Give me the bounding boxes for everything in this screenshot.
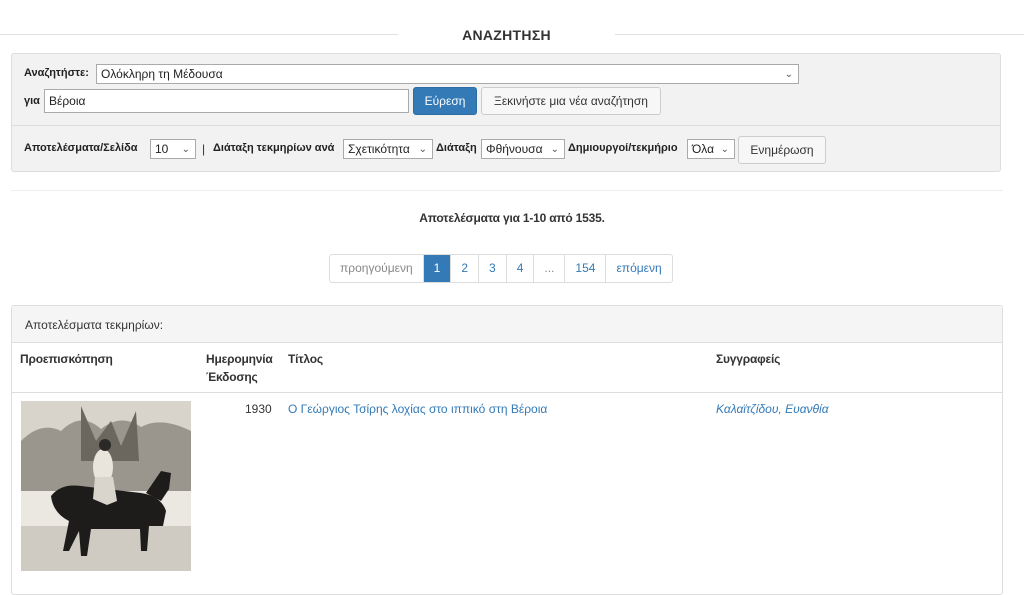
column-header-date-line2: Έκδοσης <box>206 370 258 384</box>
results-summary: Αποτελέσματα για 1-10 από 1535. <box>419 211 605 225</box>
page-title: ΑΝΑΖΗΤΗΣΗ <box>462 27 551 43</box>
authors-per-item-select-value: Όλα <box>692 142 715 156</box>
rpp-select[interactable]: 10 ⌄ <box>150 139 196 159</box>
scope-label: Αναζητήστε: <box>24 67 89 79</box>
chevron-down-icon: ⌄ <box>181 144 190 155</box>
pagination-page[interactable]: 2 <box>450 255 478 282</box>
chevron-down-icon: ⌄ <box>784 69 793 80</box>
find-button[interactable]: Εύρεση <box>413 87 477 115</box>
update-button[interactable]: Ενημέρωση <box>738 136 826 164</box>
column-header-title: Τίτλος <box>288 352 323 366</box>
rpp-select-value: 10 <box>155 142 169 156</box>
title-divider-left <box>0 34 398 35</box>
chevron-down-icon: ⌄ <box>550 144 559 155</box>
pagination-next[interactable]: επόμενη <box>605 255 671 282</box>
sort-by-select[interactable]: Σχετικότητα ⌄ <box>343 139 433 159</box>
section-divider <box>11 190 1003 191</box>
authors-per-item-select[interactable]: Όλα ⌄ <box>687 139 735 159</box>
scope-select-value: Ολόκληρη τη Μέδουσα <box>101 67 223 81</box>
item-title-link[interactable]: Ο Γεώργιος Τσίρης λοχίας στο ιππικό στη … <box>288 402 547 416</box>
item-results-heading: Αποτελέσματα τεκμηρίων: <box>12 306 1002 343</box>
pagination-page[interactable]: 1 <box>422 255 451 282</box>
item-year: 1930 <box>245 402 272 416</box>
sort-by-label: Διάταξη τεκμηρίων ανά <box>213 142 335 154</box>
pagination-page[interactable]: 154 <box>564 255 605 282</box>
query-label: για <box>24 95 40 107</box>
rpp-label: Αποτελέσματα/Σελίδα <box>24 142 138 154</box>
column-header-preview: Προεπισκόπηση <box>20 352 113 366</box>
new-search-button[interactable]: Ξεκινήστε μια νέα αναζήτηση <box>481 87 661 115</box>
page-title-row: ΑΝΑΖΗΤΗΣΗ <box>0 18 1024 52</box>
order-select-value: Φθήνουσα <box>486 142 543 156</box>
sort-by-select-value: Σχετικότητα <box>348 142 410 156</box>
authors-per-item-label: Δημιουργοί/τεκμήριο <box>568 142 678 154</box>
pagination-page[interactable]: 3 <box>478 255 506 282</box>
table-header-divider <box>12 392 1002 393</box>
search-input[interactable]: Βέροια <box>44 89 409 113</box>
item-results-panel: Αποτελέσματα τεκμηρίων: Προεπισκόπηση Ημ… <box>11 305 1003 595</box>
options-separator: | <box>202 142 206 156</box>
order-label: Διάταξη <box>436 142 477 154</box>
column-header-authors: Συγγραφείς <box>716 352 781 366</box>
search-panel-divider <box>12 125 1000 126</box>
photo-thumbnail-image <box>21 401 191 571</box>
scope-select[interactable]: Ολόκληρη τη Μέδουσα ⌄ <box>96 64 799 84</box>
search-panel: Αναζητήστε: Ολόκληρη τη Μέδουσα ⌄ για Βέ… <box>11 53 1001 172</box>
item-results-heading-text: Αποτελέσματα τεκμηρίων: <box>25 318 164 332</box>
chevron-down-icon: ⌄ <box>720 144 729 155</box>
title-divider-right <box>615 34 1024 35</box>
chevron-down-icon: ⌄ <box>418 144 427 155</box>
search-input-value: Βέροια <box>49 94 86 108</box>
pagination-prev[interactable]: προηγούμενη <box>330 255 423 282</box>
pagination: προηγούμενη 1 2 3 4 ... 154 επόμενη <box>329 254 673 283</box>
item-author-link[interactable]: Καλαϊτζίδου, Ευανθία <box>716 402 829 416</box>
item-thumbnail[interactable] <box>21 401 191 571</box>
column-header-date-line1: Ημερομηνία <box>206 352 273 366</box>
order-select[interactable]: Φθήνουσα ⌄ <box>481 139 565 159</box>
pagination-page[interactable]: 4 <box>505 255 534 282</box>
pagination-ellipsis: ... <box>533 255 564 282</box>
